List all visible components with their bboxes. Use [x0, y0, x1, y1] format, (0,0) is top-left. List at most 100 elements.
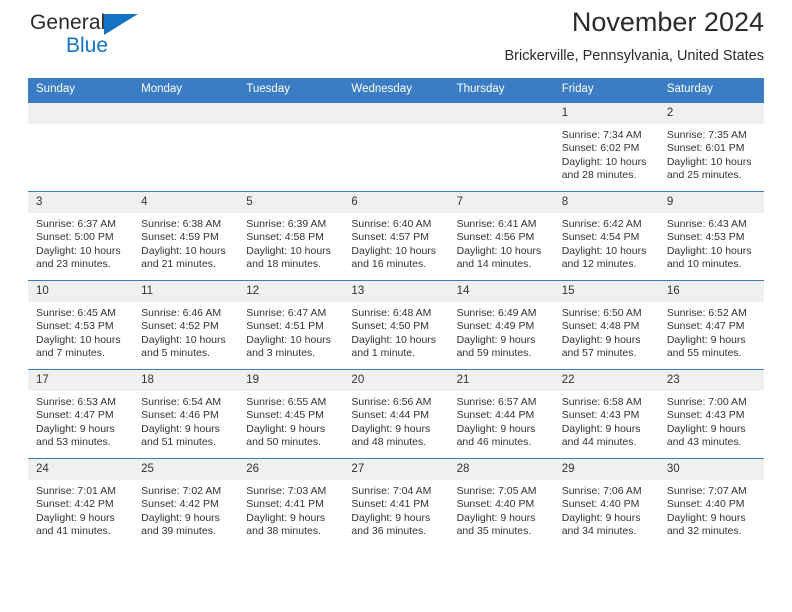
calendar-day-cell[interactable]: 28 Sunrise: 7:05 AM Sunset: 4:40 PM Dayligh…: [448, 458, 554, 547]
sunset-text: Sunset: 4:43 PM: [561, 409, 640, 422]
calendar-day-cell[interactable]: 30 Sunrise: 7:07 AM Sunset: 4:40 PM Dayligh…: [658, 458, 764, 547]
calendar-day-cell[interactable]: 12 Sunrise: 6:47 AM Sunset: 4:51 PM Dayligh…: [238, 280, 344, 370]
day-number: 26: [238, 459, 344, 480]
sunrise-text: Sunrise: 6:46 AM: [141, 307, 222, 319]
sunset-text: Sunset: 4:40 PM: [561, 498, 640, 511]
sunrise-text: Sunrise: 7:06 AM: [561, 485, 642, 497]
calendar-day-cell-empty: [238, 102, 344, 192]
calendar-day-cell[interactable]: 16 Sunrise: 6:52 AM Sunset: 4:47 PM Dayligh…: [658, 280, 764, 370]
day-details: Sunrise: 6:39 AM Sunset: 4:58 PM Daylight:…: [238, 213, 343, 272]
day-number: 16: [658, 281, 764, 302]
calendar-day-cell[interactable]: 15 Sunrise: 6:50 AM Sunset: 4:48 PM Dayligh…: [553, 280, 659, 370]
daylight-text: Daylight: 10 hours and 1 minute.: [351, 333, 437, 360]
day-details: Sunrise: 6:38 AM Sunset: 4:59 PM Daylight:…: [133, 213, 238, 272]
brand-name-top-text: General: [30, 11, 106, 34]
calendar-day-cell[interactable]: 11 Sunrise: 6:46 AM Sunset: 4:52 PM Dayligh…: [133, 280, 239, 370]
calendar-day-cell[interactable]: 6 Sunrise: 6:40 AM Sunset: 4:57 PM Daylight…: [343, 191, 449, 281]
sunrise-text: Sunrise: 6:37 AM: [36, 218, 116, 230]
day-details: Sunrise: 6:54 AM Sunset: 4:46 PM Daylight:…: [133, 391, 238, 450]
day-number: 13: [343, 281, 449, 302]
calendar-day-cell[interactable]: 10 Sunrise: 6:45 AM Sunset: 4:53 PM Dayligh…: [28, 280, 134, 370]
daylight-text: Daylight: 9 hours and 51 minutes.: [141, 422, 220, 449]
day-number: [133, 103, 239, 124]
sunset-text: Sunset: 4:52 PM: [141, 320, 219, 333]
day-number: 25: [133, 459, 239, 480]
day-number: 2: [658, 103, 764, 124]
day-number: 9: [658, 192, 764, 213]
day-details: Sunrise: 6:37 AM Sunset: 5:00 PM Daylight:…: [28, 213, 133, 272]
calendar-day-cell[interactable]: 24 Sunrise: 7:01 AM Sunset: 4:42 PM Dayligh…: [28, 458, 134, 547]
calendar-day-cell[interactable]: 22 Sunrise: 6:58 AM Sunset: 4:43 PM Dayligh…: [553, 369, 659, 459]
day-number: 20: [343, 370, 449, 391]
brand-logo[interactable]: General Blue: [30, 12, 260, 72]
calendar-day-cell[interactable]: 17 Sunrise: 6:53 AM Sunset: 4:47 PM Dayligh…: [28, 369, 134, 459]
calendar-day-cell[interactable]: 1 Sunrise: 7:34 AM Sunset: 6:02 PM Daylight…: [553, 102, 659, 192]
sunset-text: Sunset: 4:53 PM: [666, 231, 745, 244]
sunrise-text: Sunrise: 7:35 AM: [666, 129, 747, 141]
page-header: General Blue November 2024 Brickerville,…: [28, 0, 764, 78]
sunrise-text: Sunrise: 7:00 AM: [666, 396, 747, 408]
calendar-day-cell[interactable]: 23 Sunrise: 7:00 AM Sunset: 4:43 PM Dayligh…: [658, 369, 764, 459]
sunrise-text: Sunrise: 6:49 AM: [456, 307, 537, 319]
day-details: Sunrise: 6:50 AM Sunset: 4:48 PM Daylight:…: [554, 302, 659, 361]
day-details: Sunrise: 7:35 AM Sunset: 6:01 PM Daylight:…: [659, 124, 764, 183]
calendar-day-cell[interactable]: 14 Sunrise: 6:49 AM Sunset: 4:49 PM Dayligh…: [448, 280, 554, 370]
sunrise-text: Sunrise: 6:41 AM: [456, 218, 537, 230]
calendar-day-cell[interactable]: 5 Sunrise: 6:39 AM Sunset: 4:58 PM Daylight…: [238, 191, 344, 281]
sunset-text: Sunset: 6:02 PM: [561, 142, 640, 155]
calendar-day-cell[interactable]: 8 Sunrise: 6:42 AM Sunset: 4:54 PM Daylight…: [553, 191, 659, 281]
day-details: Sunrise: 6:41 AM Sunset: 4:56 PM Daylight:…: [449, 213, 554, 272]
calendar-day-cell[interactable]: 21 Sunrise: 6:57 AM Sunset: 4:44 PM Dayligh…: [448, 369, 554, 459]
day-number: 24: [28, 459, 134, 480]
sunrise-text: Sunrise: 6:54 AM: [141, 396, 222, 408]
calendar-day-cell[interactable]: 9 Sunrise: 6:43 AM Sunset: 4:53 PM Daylight…: [658, 191, 764, 281]
calendar-day-cell[interactable]: 29 Sunrise: 7:06 AM Sunset: 4:40 PM Dayligh…: [553, 458, 659, 547]
brand-name-bottom: Blue: [66, 34, 109, 57]
calendar-day-cell[interactable]: 25 Sunrise: 7:02 AM Sunset: 4:42 PM Dayligh…: [133, 458, 239, 547]
day-details: Sunrise: 7:34 AM Sunset: 6:02 PM Daylight:…: [554, 124, 659, 183]
sunset-text: Sunset: 4:57 PM: [351, 231, 430, 244]
day-details: Sunrise: 6:46 AM Sunset: 4:52 PM Daylight:…: [133, 302, 238, 361]
daylight-text: Daylight: 10 hours and 25 minutes.: [666, 155, 752, 182]
calendar-day-cell[interactable]: 3 Sunrise: 6:37 AM Sunset: 5:00 PM Daylight…: [28, 191, 134, 281]
calendar-day-cell[interactable]: 2 Sunrise: 7:35 AM Sunset: 6:01 PM Daylight…: [658, 102, 764, 192]
day-number: 15: [553, 281, 659, 302]
day-number: 8: [553, 192, 659, 213]
day-details: Sunrise: 6:55 AM Sunset: 4:45 PM Daylight:…: [238, 391, 343, 450]
day-number: 7: [448, 192, 554, 213]
day-number: 28: [448, 459, 554, 480]
weekday-header-row: Sunday Monday Tuesday Wednesday Thursday Frid…: [28, 78, 764, 103]
sunset-text: Sunset: 4:56 PM: [456, 231, 535, 244]
calendar-day-cell[interactable]: 26 Sunrise: 7:03 AM Sunset: 4:41 PM Dayligh…: [238, 458, 344, 547]
day-details: Sunrise: 7:04 AM Sunset: 4:41 PM Daylight:…: [343, 480, 448, 539]
daylight-text: Daylight: 10 hours and 18 minutes.: [246, 244, 331, 271]
daylight-text: Daylight: 10 hours and 7 minutes.: [36, 333, 121, 360]
sunset-text: Sunset: 4:46 PM: [141, 409, 219, 422]
sunset-text: Sunset: 5:00 PM: [36, 231, 114, 244]
day-number: 22: [553, 370, 659, 391]
sunrise-text: Sunrise: 7:07 AM: [666, 485, 747, 497]
day-details: Sunrise: 6:56 AM Sunset: 4:44 PM Daylight:…: [343, 391, 448, 450]
calendar-day-cell[interactable]: 13 Sunrise: 6:48 AM Sunset: 4:50 PM Dayligh…: [343, 280, 449, 370]
calendar-day-cell[interactable]: 18 Sunrise: 6:54 AM Sunset: 4:46 PM Dayligh…: [133, 369, 239, 459]
calendar-day-cell[interactable]: 19 Sunrise: 6:55 AM Sunset: 4:45 PM Dayligh…: [238, 369, 344, 459]
day-details: Sunrise: 7:07 AM Sunset: 4:40 PM Daylight:…: [659, 480, 764, 539]
sunrise-text: Sunrise: 6:53 AM: [36, 396, 116, 408]
calendar-day-cell[interactable]: 7 Sunrise: 6:41 AM Sunset: 4:56 PM Daylight…: [448, 191, 554, 281]
sunset-text: Sunset: 4:40 PM: [456, 498, 535, 511]
brand-name-top: General: [30, 11, 260, 35]
sunrise-text: Sunrise: 6:43 AM: [666, 218, 747, 230]
sunset-text: Sunset: 4:53 PM: [36, 320, 114, 333]
calendar-day-cell-empty: [28, 102, 134, 192]
sunset-text: Sunset: 4:50 PM: [351, 320, 430, 333]
daylight-text: Daylight: 9 hours and 35 minutes.: [456, 511, 536, 538]
day-number: 19: [238, 370, 344, 391]
day-details: Sunrise: 7:03 AM Sunset: 4:41 PM Daylight:…: [238, 480, 343, 539]
sunset-text: Sunset: 6:01 PM: [666, 142, 745, 155]
calendar-day-cell[interactable]: 27 Sunrise: 7:04 AM Sunset: 4:41 PM Dayligh…: [343, 458, 449, 547]
calendar-day-cell[interactable]: 20 Sunrise: 6:56 AM Sunset: 4:44 PM Dayligh…: [343, 369, 449, 459]
daylight-text: Daylight: 9 hours and 36 minutes.: [351, 511, 431, 538]
day-number: 18: [133, 370, 239, 391]
sunset-text: Sunset: 4:44 PM: [351, 409, 430, 422]
calendar-day-cell[interactable]: 4 Sunrise: 6:38 AM Sunset: 4:59 PM Daylight…: [133, 191, 239, 281]
